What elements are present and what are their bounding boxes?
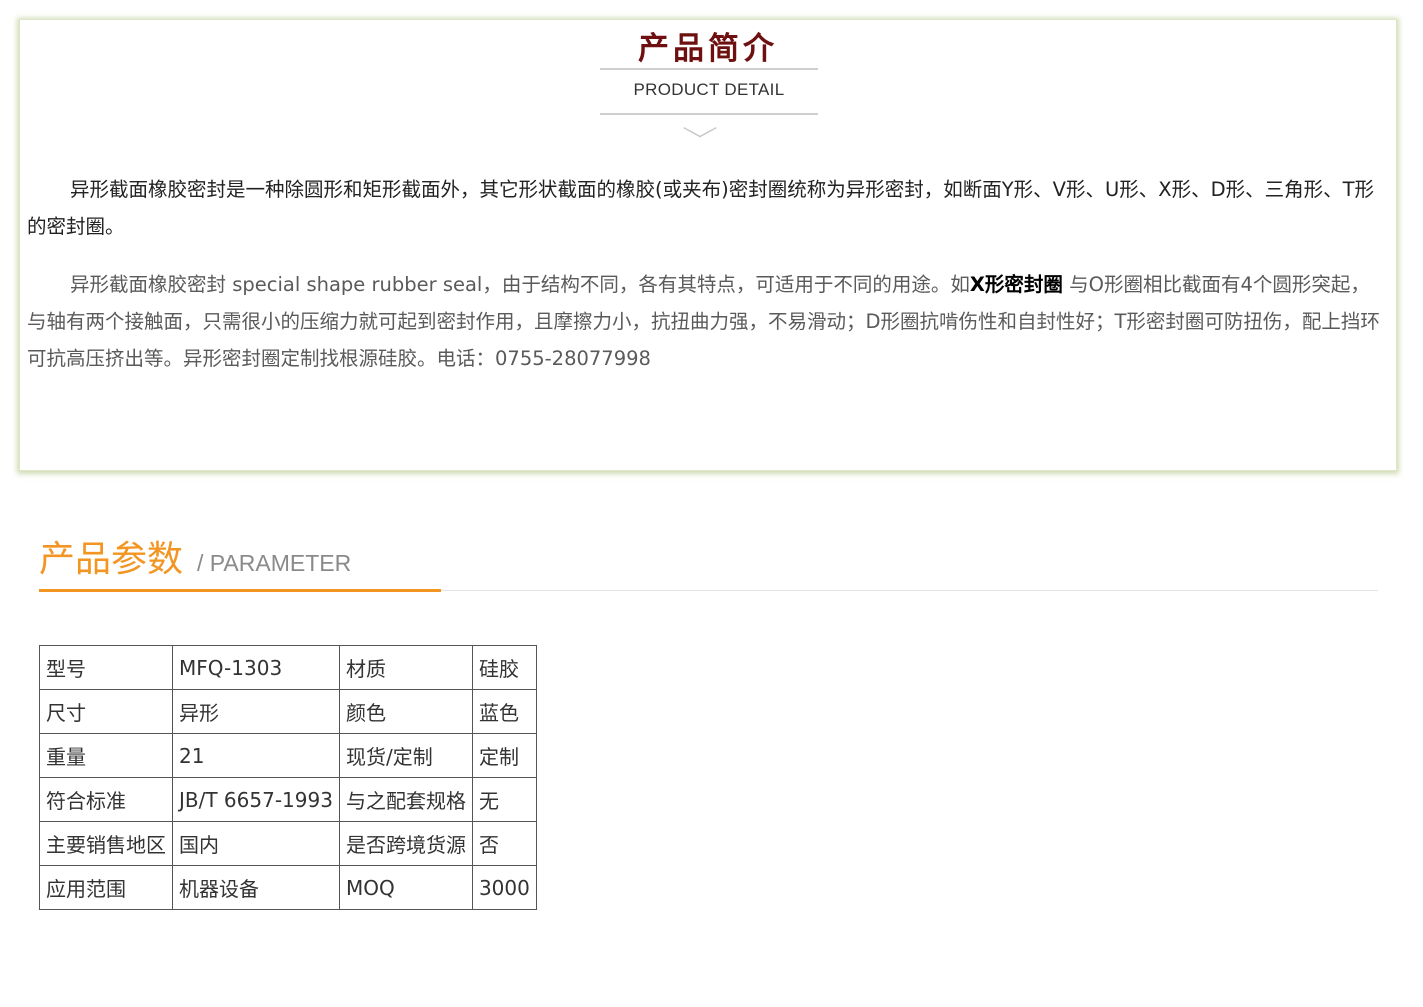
param-label-cell: 与之配套规格 bbox=[338, 777, 473, 822]
table-row: 重量 21 现货/定制 定制 bbox=[39, 733, 537, 778]
table-row: 型号 MFQ-1303 材质 硅胶 bbox=[39, 645, 537, 690]
intro-title-rule-bottom bbox=[600, 113, 818, 115]
param-value-cell: 21 bbox=[172, 733, 340, 778]
param-value-cell: 定制 bbox=[471, 733, 537, 778]
param-label-cell: 型号 bbox=[39, 645, 173, 690]
param-label-cell: 尺寸 bbox=[39, 689, 173, 734]
intro-title-rule-top bbox=[600, 68, 818, 70]
param-value-cell: 异形 bbox=[172, 689, 340, 734]
param-value-cell: 无 bbox=[471, 777, 537, 822]
param-label-cell: 现货/定制 bbox=[338, 733, 473, 778]
param-value-cell: 否 bbox=[471, 821, 537, 866]
intro-subtitle: PRODUCT DETAIL bbox=[633, 80, 785, 99]
parameter-title-en: / PARAMETER bbox=[197, 550, 352, 576]
param-label-cell: 材质 bbox=[338, 645, 473, 690]
parameter-title-cn: 产品参数 bbox=[39, 539, 184, 580]
x-seal-keyword: X形密封圈 bbox=[969, 273, 1063, 296]
table-row: 主要销售地区 国内 是否跨境货源否 bbox=[39, 821, 537, 866]
intro-paragraph-2: 异形截面橡胶密封 special shape rubber seal，由于结构不… bbox=[27, 266, 1384, 377]
param-label-cell: MOQ bbox=[338, 865, 473, 910]
parameter-heading: 产品参数 / PARAMETER bbox=[39, 536, 351, 584]
param-value-cell: MFQ-1303 bbox=[172, 645, 340, 690]
product-intro-card: 产品简介 PRODUCT DETAIL 异形截面橡胶密封是一种除圆形和矩形截面外… bbox=[19, 19, 1397, 471]
chevron-down-icon bbox=[683, 118, 717, 138]
table-row: 符合标准 JB/T 6657-1993 与之配套规格无 bbox=[39, 777, 537, 822]
param-label-cell: 颜色 bbox=[338, 689, 473, 734]
param-label-cell: 主要销售地区 bbox=[39, 821, 173, 866]
param-label-cell: 重量 bbox=[39, 733, 173, 778]
param-value-cell: JB/T 6657-1993 bbox=[172, 777, 340, 822]
table-row: 应用范围 机器设备 MOQ 3000 bbox=[39, 865, 537, 910]
intro-paragraph-1: 异形截面橡胶密封是一种除圆形和矩形截面外，其它形状截面的橡胶(或夹布)密封圈统称… bbox=[27, 178, 1375, 238]
intro-paragraph-2-text-a: 异形截面橡胶密封 special shape rubber seal，由于结构不… bbox=[70, 273, 970, 296]
param-value-cell: 国内 bbox=[172, 821, 340, 866]
parameter-divider-accent bbox=[39, 589, 441, 592]
param-label-cell: 是否跨境货源 bbox=[338, 821, 473, 866]
param-value-cell: 3000 bbox=[471, 865, 537, 910]
intro-title: 产品简介 bbox=[638, 31, 778, 67]
parameter-table: 型号 MFQ-1303 材质 硅胶 尺寸 异形 颜色 蓝色 重量 21 现货/定制 定制 符合标准 JB/… bbox=[39, 645, 537, 910]
table-row: 尺寸 异形 颜色 蓝色 bbox=[39, 689, 537, 734]
param-value-cell: 蓝色 bbox=[471, 689, 537, 734]
param-label-cell: 应用范围 bbox=[39, 865, 173, 910]
param-value-cell: 硅胶 bbox=[471, 645, 537, 690]
param-label-cell: 符合标准 bbox=[39, 777, 173, 822]
param-value-cell: 机器设备 bbox=[172, 865, 340, 910]
